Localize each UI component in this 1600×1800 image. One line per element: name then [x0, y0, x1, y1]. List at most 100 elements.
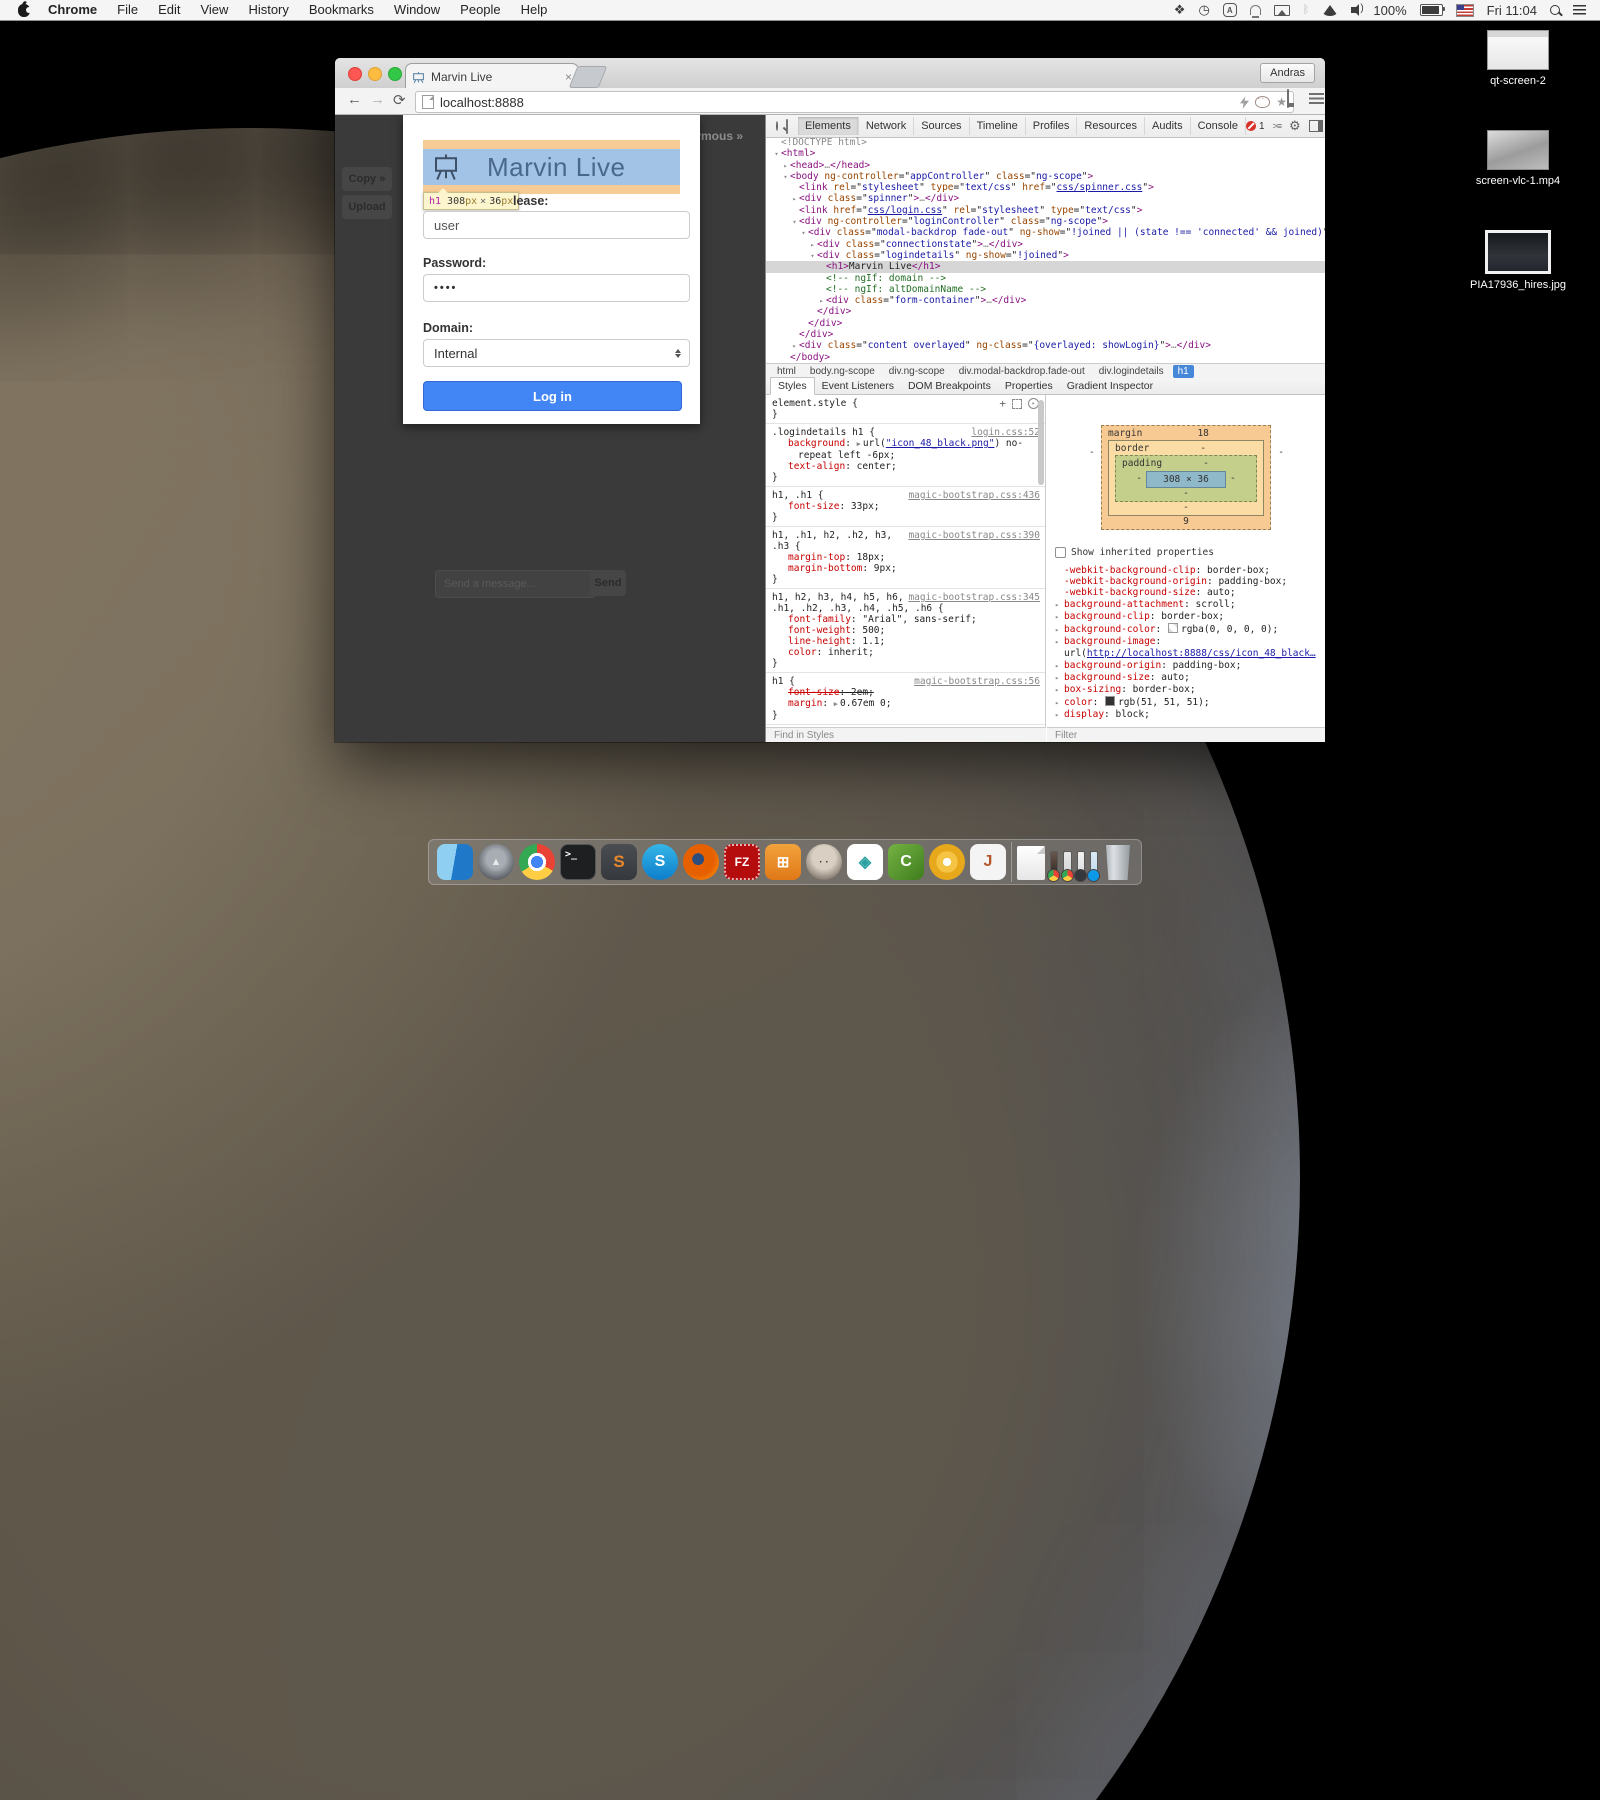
settings-gear-icon[interactable]: ⚙: [1289, 118, 1301, 134]
disclosure-arrow-icon[interactable]: ▸: [1055, 698, 1064, 709]
devtools-tab-elements[interactable]: Elements: [798, 117, 859, 135]
disclosure-arrow-icon[interactable]: ▾: [781, 172, 790, 183]
box-model-margin[interactable]: margin 18 border - padding - - 308 × 36: [1101, 425, 1271, 530]
login-button[interactable]: Log in: [423, 381, 682, 411]
border-bottom-value[interactable]: -: [1115, 502, 1257, 513]
browser-title-bar[interactable]: Marvin Live × Andras: [335, 58, 1325, 89]
computed-property-row[interactable]: -webkit-background-size: auto;: [1047, 587, 1325, 598]
notifications-bell-icon[interactable]: [1250, 5, 1261, 15]
menu-people[interactable]: People: [450, 0, 510, 20]
close-window-button[interactable]: [348, 67, 362, 81]
css-property-line[interactable]: font-size: 33px;: [772, 501, 1045, 512]
breadcrumb-html[interactable]: html: [772, 365, 801, 378]
window-skype-dock-icon[interactable]: [1090, 851, 1098, 880]
padding-top-value[interactable]: -: [1203, 458, 1209, 469]
menu-window[interactable]: Window: [384, 0, 450, 20]
computed-filter-bar[interactable]: Filter: [1047, 727, 1325, 742]
styles-scrollbar[interactable]: [1038, 400, 1044, 485]
disclosure-arrow-icon[interactable]: ▸: [1055, 685, 1064, 696]
dom-tree-row[interactable]: ▸<div class="spinner">…</div>: [766, 193, 1325, 204]
menu-chrome[interactable]: Chrome: [38, 0, 107, 20]
devtools-tab-timeline[interactable]: Timeline: [970, 117, 1026, 135]
border-top-value[interactable]: -: [1200, 443, 1206, 454]
screen-capture-dock-icon[interactable]: ◈: [847, 844, 883, 880]
disclosure-arrow-icon[interactable]: ▸: [1055, 625, 1064, 636]
devtools-tab-console[interactable]: Console: [1191, 117, 1246, 135]
breadcrumb-div.ng-scope[interactable]: div.ng-scope: [884, 365, 950, 378]
css-property-line[interactable]: font-family: "Arial", sans-serif;: [772, 614, 1045, 625]
computed-property-row[interactable]: ▸box-sizing: border-box;: [1047, 684, 1325, 696]
css-property-line[interactable]: font-size: 2em;: [772, 687, 1045, 698]
position-right-value[interactable]: -: [1278, 447, 1284, 458]
box-model-padding[interactable]: padding - - 308 × 36 - -: [1115, 455, 1257, 502]
menu-view[interactable]: View: [190, 0, 238, 20]
dom-tree-row[interactable]: <h1>Marvin Live</h1>: [766, 261, 1325, 272]
dom-tree-row[interactable]: </div>: [766, 329, 1325, 340]
style-rule[interactable]: h1, h2, h3, h4, h5, h6, .h1, .h2, .h3, .…: [766, 589, 1045, 673]
window-sublime-dock-icon[interactable]: [1077, 851, 1085, 880]
disclosure-arrow-icon[interactable]: ▾: [790, 217, 799, 228]
computed-property-row[interactable]: ▸background-origin: padding-box;: [1047, 660, 1325, 672]
console-drawer-icon[interactable]: >≡: [1273, 121, 1282, 131]
style-rule[interactable]: h1 {magic-bootstrap.css:56font-size: 2em…: [766, 673, 1045, 725]
sidebar-tab-event-listeners[interactable]: Event Listeners: [815, 378, 901, 394]
desktop-icon-PIA17936_hires-jpg[interactable]: PIA17936_hires.jpg: [1468, 230, 1568, 292]
java-dock-icon[interactable]: J: [970, 844, 1006, 880]
dom-tree-row[interactable]: </div>: [766, 306, 1325, 317]
padding-bottom-value[interactable]: -: [1122, 488, 1250, 499]
zoom-window-button[interactable]: [388, 67, 402, 81]
stylesheet-link[interactable]: magic-bootstrap.css:436: [908, 490, 1040, 501]
desktop-icon-screen-vlc-1-mp4[interactable]: screen-vlc-1.mp4: [1468, 130, 1568, 188]
breadcrumb-div.logindetails[interactable]: div.logindetails: [1094, 365, 1169, 378]
address-bar[interactable]: localhost:8888 ★: [415, 91, 1294, 113]
input-source-flag-icon[interactable]: [1456, 4, 1474, 17]
finder-dock-icon[interactable]: [437, 844, 473, 880]
reload-button[interactable]: ⟳: [393, 91, 406, 109]
style-rule[interactable]: element.style {+▸}: [766, 395, 1045, 424]
inspect-element-icon[interactable]: [776, 121, 778, 131]
disclosure-arrow-icon[interactable]: ▸: [1055, 673, 1064, 684]
computed-property-row[interactable]: ▸color: rgb(51, 51, 51);: [1047, 696, 1325, 709]
back-button[interactable]: ←: [347, 91, 362, 108]
menu-bookmarks[interactable]: Bookmarks: [299, 0, 384, 20]
position-left-value[interactable]: -: [1089, 447, 1095, 458]
document-file-dock-icon[interactable]: [1017, 846, 1045, 880]
disclosure-arrow-icon[interactable]: ▸: [1055, 661, 1064, 672]
css-property-line[interactable]: margin-top: 18px;: [772, 552, 1045, 563]
computed-property-row[interactable]: ▸background-attachment: scroll;: [1047, 599, 1325, 611]
breadcrumb-div.modal-backdrop.fade-out[interactable]: div.modal-backdrop.fade-out: [954, 365, 1090, 378]
computed-property-row[interactable]: ▸background-image:: [1047, 636, 1325, 648]
terminal-dock-icon[interactable]: >_: [560, 844, 596, 880]
disclosure-arrow-icon[interactable]: ▾: [799, 228, 808, 239]
dom-tree-row[interactable]: <link rel="stylesheet" type="text/css" h…: [766, 182, 1325, 193]
chrome-dock-icon[interactable]: [519, 844, 555, 880]
menu-help[interactable]: Help: [511, 0, 558, 20]
chrome-canary-dock-icon[interactable]: [929, 844, 965, 880]
volume-icon[interactable]: [1351, 7, 1356, 13]
url-text[interactable]: localhost:8888: [440, 95, 1234, 110]
computed-property-row[interactable]: ▸display: block;: [1047, 709, 1325, 721]
stylesheet-link[interactable]: magic-bootstrap.css:345: [908, 592, 1040, 603]
message-input-dimmed[interactable]: Send a message...: [435, 570, 595, 598]
camtasia-dock-icon[interactable]: C: [888, 844, 924, 880]
sublime-text-dock-icon[interactable]: S: [601, 844, 637, 880]
disclosure-arrow-icon[interactable]: ▸: [1055, 600, 1064, 611]
devtools-tab-network[interactable]: Network: [859, 117, 914, 135]
battery-icon[interactable]: [1420, 4, 1443, 16]
computed-property-row[interactable]: ▸background-size: auto;: [1047, 672, 1325, 684]
sidebar-tab-styles[interactable]: Styles: [770, 377, 815, 395]
computed-property-row[interactable]: -webkit-background-clip: border-box;: [1047, 565, 1325, 576]
margin-bottom-value[interactable]: 9: [1108, 516, 1264, 527]
css-property-line[interactable]: text-align: center;: [772, 461, 1045, 472]
profile-button[interactable]: Andras: [1260, 63, 1315, 83]
css-property-line[interactable]: repeat left -6px;: [772, 450, 1045, 461]
dom-tree-row[interactable]: ▸<div class="connectionstate">…</div>: [766, 239, 1325, 250]
username-input[interactable]: user: [423, 211, 690, 239]
sidebar-tab-properties[interactable]: Properties: [998, 378, 1060, 394]
wifi-icon[interactable]: [1322, 5, 1338, 16]
box-model-content[interactable]: 308 × 36: [1146, 471, 1226, 488]
computed-property-row[interactable]: ▸background-color: rgba(0, 0, 0, 0);: [1047, 623, 1325, 636]
dom-tree-row[interactable]: ▸<div class="content overlayed" ng-class…: [766, 340, 1325, 351]
trash-dock-icon[interactable]: [1103, 845, 1133, 880]
dom-tree-row[interactable]: <!-- ngIf: domain -->: [766, 273, 1325, 284]
